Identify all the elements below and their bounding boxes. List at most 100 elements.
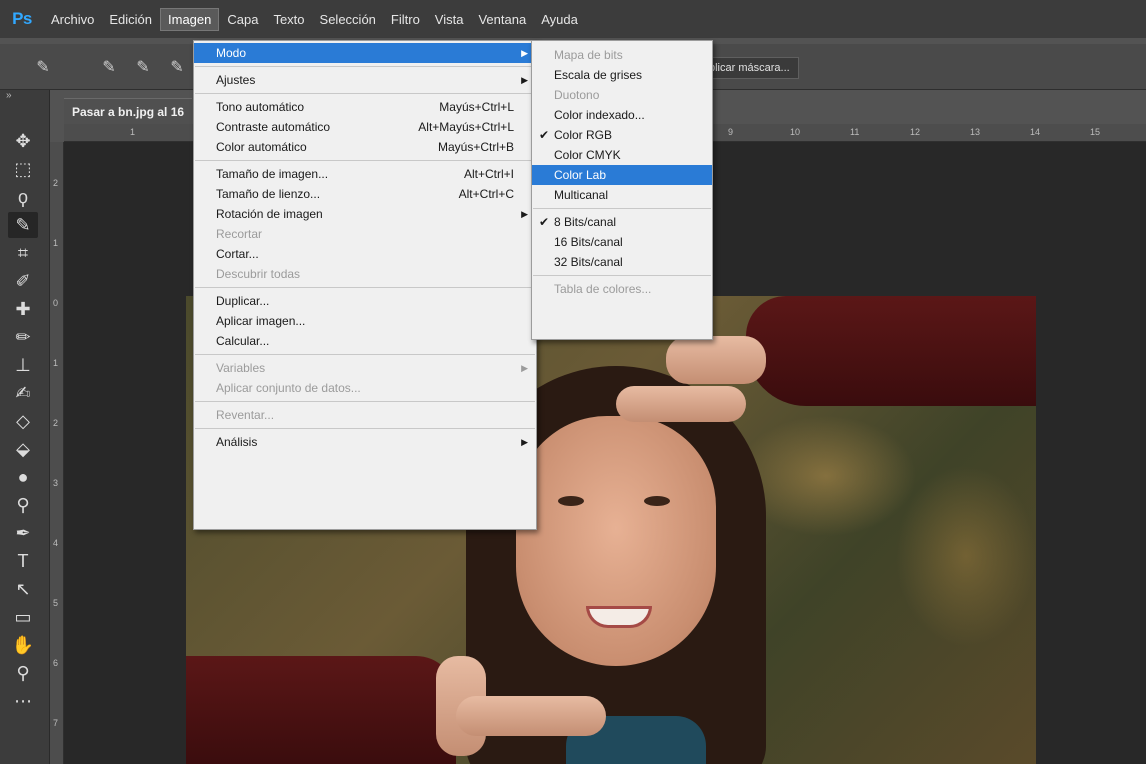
ruler-tick: 7 [53,718,59,728]
ruler-vertical: 2 1 0 1 2 3 4 5 6 7 [50,142,64,764]
marquee-tool-icon[interactable]: ⬚ [8,156,38,182]
menu-item-color-cmyk[interactable]: Color CMYK [532,145,712,165]
menu-item-color-rgb[interactable]: ✔ Color RGB [532,125,712,145]
menu-item-color-indexado[interactable]: Color indexado... [532,105,712,125]
menu-item-analisis[interactable]: Análisis ▶ [194,432,536,452]
menu-item-32-bits[interactable]: 32 Bits/canal [532,252,712,272]
move-tool-icon[interactable]: ✥ [8,128,38,154]
menu-item-label: Tamaño de lienzo... [216,187,321,201]
menu-ventana[interactable]: Ventana [471,9,533,30]
hand-tool-icon[interactable]: ✋ [8,632,38,658]
submenu-arrow-icon: ▶ [521,363,528,373]
menu-item-8-bits[interactable]: ✔ 8 Bits/canal [532,212,712,232]
menu-item-aplicar-imagen[interactable]: Aplicar imagen... [194,311,536,331]
photo-sleeve [186,656,456,764]
menu-item-label: Duplicar... [216,294,270,308]
menu-imagen[interactable]: Imagen [160,7,220,31]
menu-item-aplicar-conjunto: Aplicar conjunto de datos... [194,378,536,398]
menu-item-16-bits[interactable]: 16 Bits/canal [532,232,712,252]
ruler-tick: 15 [1090,127,1101,137]
menu-item-label: 16 Bits/canal [554,235,623,249]
menu-item-label: Calcular... [216,334,270,348]
menu-item-modo[interactable]: Modo ▶ [194,43,536,63]
paint-bucket-tool-icon[interactable]: ⬙ [8,436,38,462]
menu-item-label: 32 Bits/canal [554,255,623,269]
menu-item-multicanal[interactable]: Multicanal [532,185,712,205]
menu-item-variables: Variables ▶ [194,358,536,378]
menu-separator [195,93,535,94]
document-tab[interactable]: Pasar a bn.jpg al 16 [64,98,193,124]
zoom-tool-icon[interactable]: ⚲ [8,660,38,686]
menu-ayuda[interactable]: Ayuda [534,9,585,30]
photo-hand [456,696,606,736]
healing-brush-tool-icon[interactable]: ✚ [8,296,38,322]
menu-item-tamano-lienzo[interactable]: Tamaño de lienzo... Alt+Ctrl+C [194,184,536,204]
menu-item-duotono: Duotono [532,85,712,105]
menu-item-rotacion-imagen[interactable]: Rotación de imagen ▶ [194,204,536,224]
photo-face [516,416,716,666]
collapse-arrows-icon[interactable]: » [6,90,12,101]
ruler-tick: 12 [910,127,921,137]
menu-item-color-lab[interactable]: Color Lab [532,165,712,185]
ruler-tick: 10 [790,127,801,137]
eyedropper-tool-icon[interactable]: ✐ [8,268,38,294]
history-brush-tool-icon[interactable]: ✍ [8,380,38,406]
menu-item-label: Rotación de imagen [216,207,323,221]
menu-shortcut: Mayús+Ctrl+B [437,140,514,154]
subtract-selection-icon[interactable]: ✎ [162,54,192,80]
menu-seleccion[interactable]: Selección [313,9,383,30]
pen-tool-icon[interactable]: ✒ [8,520,38,546]
ruler-tick: 11 [850,127,860,137]
menu-item-duplicar[interactable]: Duplicar... [194,291,536,311]
path-selection-tool-icon[interactable]: ↖ [8,576,38,602]
blur-tool-icon[interactable]: ● [8,464,38,490]
ruler-tick: 3 [53,478,59,488]
menu-capa[interactable]: Capa [220,9,265,30]
imagen-menu: Modo ▶ Ajustes ▶ Tono automático Mayús+C… [193,40,537,530]
ruler-tick: 9 [728,127,734,137]
menu-archivo[interactable]: Archivo [44,9,101,30]
brush-tool-icon[interactable]: ✏ [8,324,38,350]
ruler-tick: 1 [53,238,59,248]
menu-item-label: Color indexado... [554,108,645,122]
rectangle-tool-icon[interactable]: ▭ [8,604,38,630]
ruler-tick: 5 [53,598,59,608]
menu-item-tono-automatico[interactable]: Tono automático Mayús+Ctrl+L [194,97,536,117]
type-tool-icon[interactable]: T [8,548,38,574]
menu-shortcut: Alt+Ctrl+I [463,167,514,181]
menu-item-ajustes[interactable]: Ajustes ▶ [194,70,536,90]
photo-eye [558,496,584,506]
ruler-tick: 2 [53,178,59,188]
menu-item-reventar: Reventar... [194,405,536,425]
clone-stamp-tool-icon[interactable]: ⊥ [8,352,38,378]
quick-selection-tool-icon[interactable]: ✎ [8,212,38,238]
menu-item-tamano-imagen[interactable]: Tamaño de imagen... Alt+Ctrl+I [194,164,536,184]
menu-item-label: Color CMYK [554,148,621,162]
menu-item-contraste-automatico[interactable]: Contraste automático Alt+Mayús+Ctrl+L [194,117,536,137]
menu-filtro[interactable]: Filtro [384,9,427,30]
menu-item-label: 8 Bits/canal [554,215,617,229]
new-selection-icon[interactable]: ✎ [94,54,124,80]
menu-item-calcular[interactable]: Calcular... [194,331,536,351]
lasso-tool-icon[interactable]: ϙ [8,184,38,210]
menu-item-label: Variables [216,361,266,375]
menu-shortcut: Alt+Ctrl+C [458,187,514,201]
more-tools-icon[interactable]: ⋯ [8,688,38,714]
menu-item-mapa-de-bits: Mapa de bits [532,45,712,65]
menu-item-escala-de-grises[interactable]: Escala de grises [532,65,712,85]
menu-edicion[interactable]: Edición [102,9,159,30]
menu-texto[interactable]: Texto [266,9,311,30]
menu-item-color-automatico[interactable]: Color automático Mayús+Ctrl+B [194,137,536,157]
menu-item-cortar[interactable]: Cortar... [194,244,536,264]
add-selection-icon[interactable]: ✎ [128,54,158,80]
menu-vista[interactable]: Vista [428,9,471,30]
dodge-tool-icon[interactable]: ⚲ [8,492,38,518]
apply-mask-button[interactable]: plicar máscara... [700,57,799,79]
ruler-tick: 14 [1030,127,1041,137]
menu-separator [533,208,711,209]
quick-selection-preset-icon[interactable]: ✎ [28,54,58,80]
eraser-tool-icon[interactable]: ◇ [8,408,38,434]
submenu-arrow-icon: ▶ [521,437,528,447]
menu-item-label: Duotono [554,88,600,102]
crop-tool-icon[interactable]: ⌗ [8,240,38,266]
